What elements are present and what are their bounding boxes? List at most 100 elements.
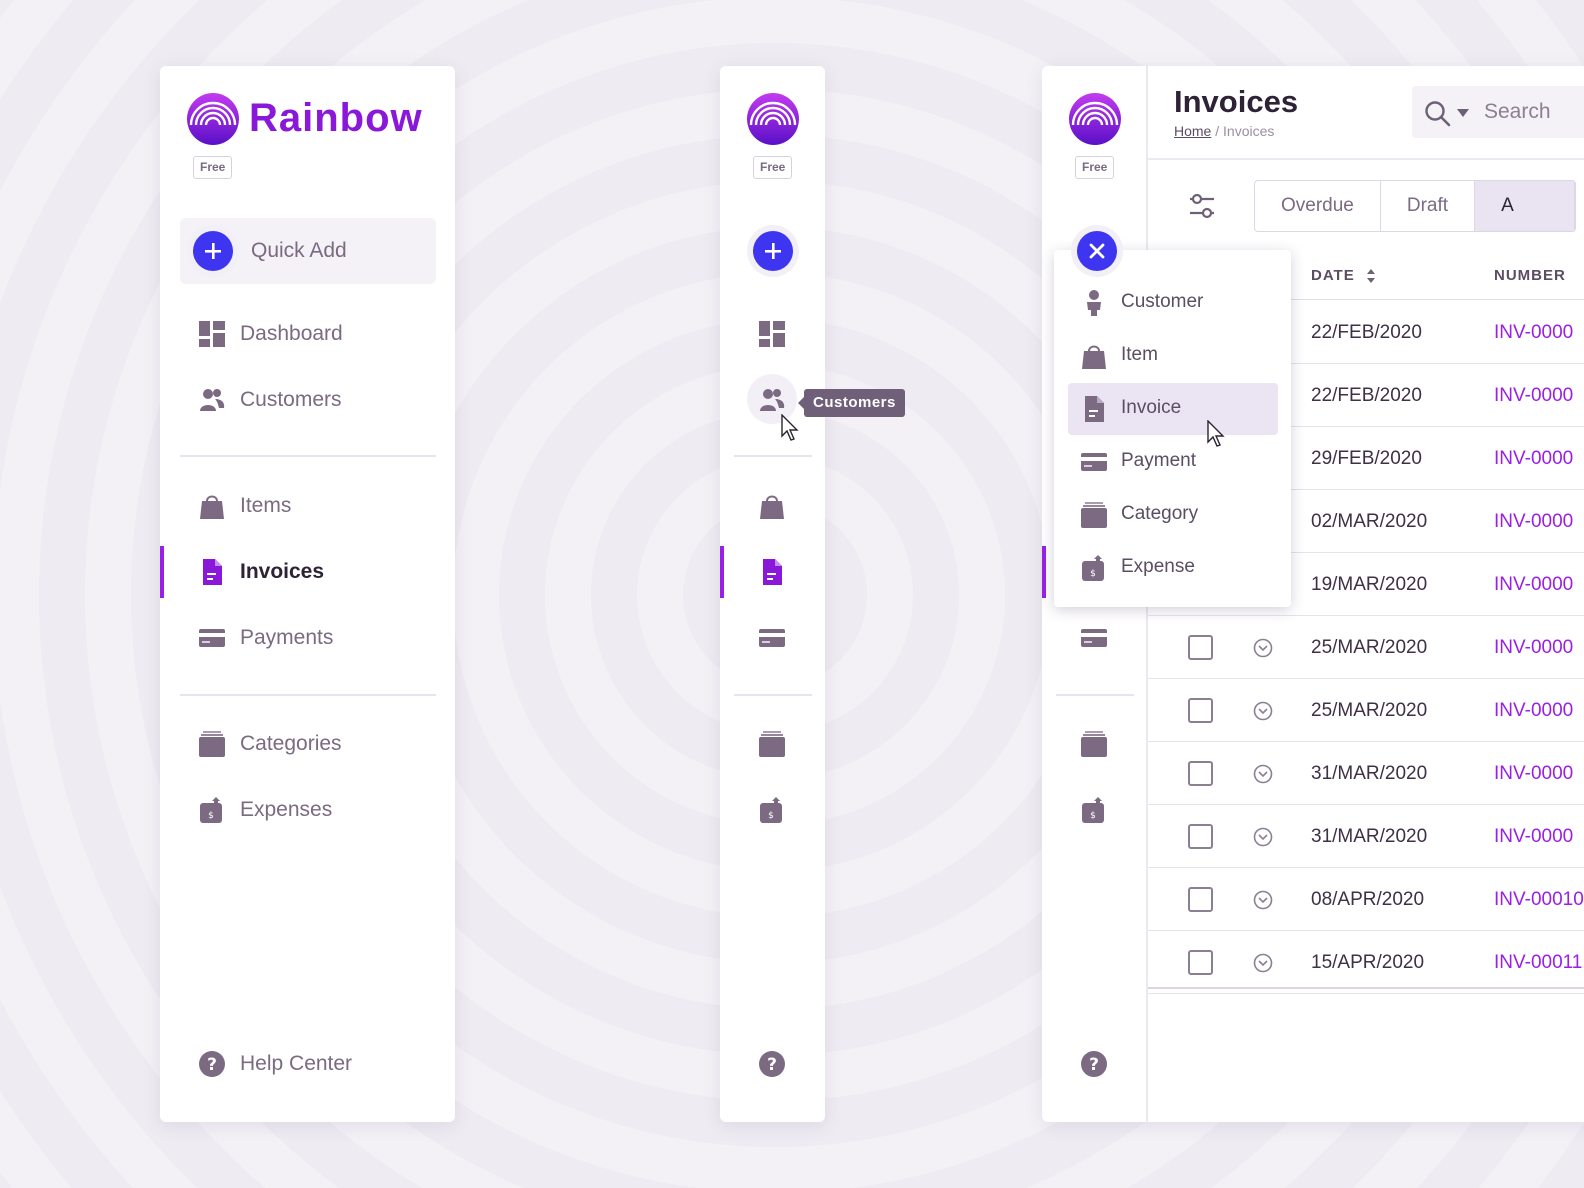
nav-divider [180,694,436,696]
sidebar-item-label: Dashboard [240,322,343,345]
invoice-date: 22/FEB/2020 [1311,322,1422,343]
row-checkbox[interactable] [1188,761,1213,786]
menu-item-category[interactable]: Category [1068,489,1278,541]
sidebar-item-label: Categories [240,732,342,755]
table-row[interactable]: 25/MAR/2020 INV-0000 [1148,679,1584,742]
plan-badge: Free [193,156,233,179]
invoice-date: 15/APR/2020 [1311,952,1425,973]
rainbow-logo-icon [186,92,240,146]
table-row[interactable]: 31/MAR/2020 INV-0000 [1148,805,1584,868]
help-icon[interactable] [758,1050,786,1078]
invoice-number-link[interactable]: INV-0000 [1494,826,1573,848]
invoice-number-link[interactable]: INV-0000 [1494,385,1573,407]
sidebar-item-invoices[interactable]: Invoices [160,546,455,598]
categories-icon[interactable] [758,730,786,758]
tab-all[interactable]: A [1475,181,1575,231]
search-icon [1425,101,1451,127]
credit-card-icon[interactable] [1080,624,1108,652]
sidebar-item-items[interactable]: Items [160,480,455,532]
table-row[interactable]: 25/MAR/2020 INV-0000 [1148,616,1584,679]
menu-item-label: Invoice [1121,397,1182,418]
active-indicator [1042,546,1046,598]
invoice-number-link[interactable]: INV-00011 [1494,952,1582,974]
quick-add-button[interactable]: Quick Add [180,218,436,284]
breadcrumb-separator: / [1215,123,1220,139]
close-quick-add-button[interactable] [1077,231,1117,271]
customers-icon [198,386,226,414]
menu-item-expense[interactable]: Expense [1068,542,1278,594]
column-header-date[interactable]: DATE [1311,267,1355,284]
expand-row-icon[interactable] [1253,638,1273,658]
row-checkbox[interactable] [1188,635,1213,660]
tab-overdue[interactable]: Overdue [1255,181,1381,231]
sidebar-item-payments[interactable]: Payments [160,612,455,664]
plus-icon [193,231,233,271]
categories-icon[interactable] [1080,730,1108,758]
help-icon[interactable] [1080,1050,1108,1078]
credit-card-icon[interactable] [758,624,786,652]
rainbow-logo-icon [1068,92,1122,146]
table-row[interactable]: 31/MAR/2020 INV-0000 [1148,742,1584,805]
table-row[interactable]: 08/APR/2020 INV-00010 [1148,868,1584,931]
column-header-number[interactable]: NUMBER [1494,267,1566,284]
menu-item-label: Customer [1121,291,1204,312]
invoice-number-link[interactable]: INV-0000 [1494,448,1573,470]
menu-item-label: Payment [1121,450,1196,471]
invoice-date: 22/FEB/2020 [1311,385,1422,406]
quick-add-button[interactable] [753,231,793,271]
invoice-number-link[interactable]: INV-0000 [1494,574,1573,596]
table-row[interactable]: 15/APR/2020 INV-00011 [1148,931,1584,994]
sort-icon[interactable] [1366,268,1376,284]
menu-item-customer[interactable]: Customer [1068,277,1278,329]
tab-draft[interactable]: Draft [1381,181,1476,231]
expense-icon[interactable] [1080,796,1108,824]
menu-item-label: Category [1121,503,1199,524]
menu-item-invoice[interactable]: Invoice [1068,383,1278,435]
sidebar-item-customers[interactable]: Customers [160,374,455,426]
sidebar-item-dashboard[interactable]: Dashboard [160,308,455,360]
filter-sliders-icon[interactable] [1188,192,1216,220]
dashboard-icon[interactable] [758,320,786,348]
expand-row-icon[interactable] [1253,701,1273,721]
invoice-icon [1080,395,1108,423]
invoice-number-link[interactable]: INV-0000 [1494,637,1573,659]
nav-divider [180,455,436,457]
row-checkbox[interactable] [1188,824,1213,849]
sidebar-expanded: Rainbow Free Quick Add Dashboard Custome… [160,66,455,1122]
table-bottom-border [1148,987,1584,989]
categories-icon [198,730,226,758]
expand-row-icon[interactable] [1253,764,1273,784]
sidebar-item-help-center[interactable]: Help Center [160,1038,455,1090]
search-input[interactable]: Search [1412,86,1584,138]
plus-icon [763,241,783,261]
row-checkbox[interactable] [1188,887,1213,912]
credit-card-icon [198,624,226,652]
row-checkbox[interactable] [1188,698,1213,723]
invoice-number-link[interactable]: INV-0000 [1494,322,1573,344]
sidebar-item-expenses[interactable]: Expenses [160,784,455,836]
expense-icon[interactable] [758,796,786,824]
expand-row-icon[interactable] [1253,890,1273,910]
shopping-bag-icon[interactable] [758,492,786,520]
sidebar-collapsed: Free [720,66,825,1122]
invoice-number-link[interactable]: INV-0000 [1494,700,1573,722]
customers-tooltip: Customers [798,389,905,417]
breadcrumb-home-link[interactable]: Home [1174,123,1211,139]
dashboard-icon [198,320,226,348]
menu-item-label: Item [1121,344,1158,365]
expand-row-icon[interactable] [1253,827,1273,847]
menu-item-label: Expense [1121,556,1195,577]
invoice-icon[interactable] [758,558,786,586]
caret-down-icon[interactable] [1456,108,1470,118]
row-checkbox[interactable] [1188,950,1213,975]
expand-row-icon[interactable] [1253,953,1273,973]
invoice-number-link[interactable]: INV-0000 [1494,763,1573,785]
menu-item-item[interactable]: Item [1068,330,1278,382]
invoice-number-link[interactable]: INV-00010 [1494,889,1584,911]
quick-add-label: Quick Add [251,239,347,262]
sidebar-item-categories[interactable]: Categories [160,718,455,770]
invoice-date: 02/MAR/2020 [1311,511,1428,532]
invoice-number-link[interactable]: INV-0000 [1494,511,1573,533]
menu-item-payment[interactable]: Payment [1068,436,1278,488]
invoice-date: 29/FEB/2020 [1311,448,1422,469]
